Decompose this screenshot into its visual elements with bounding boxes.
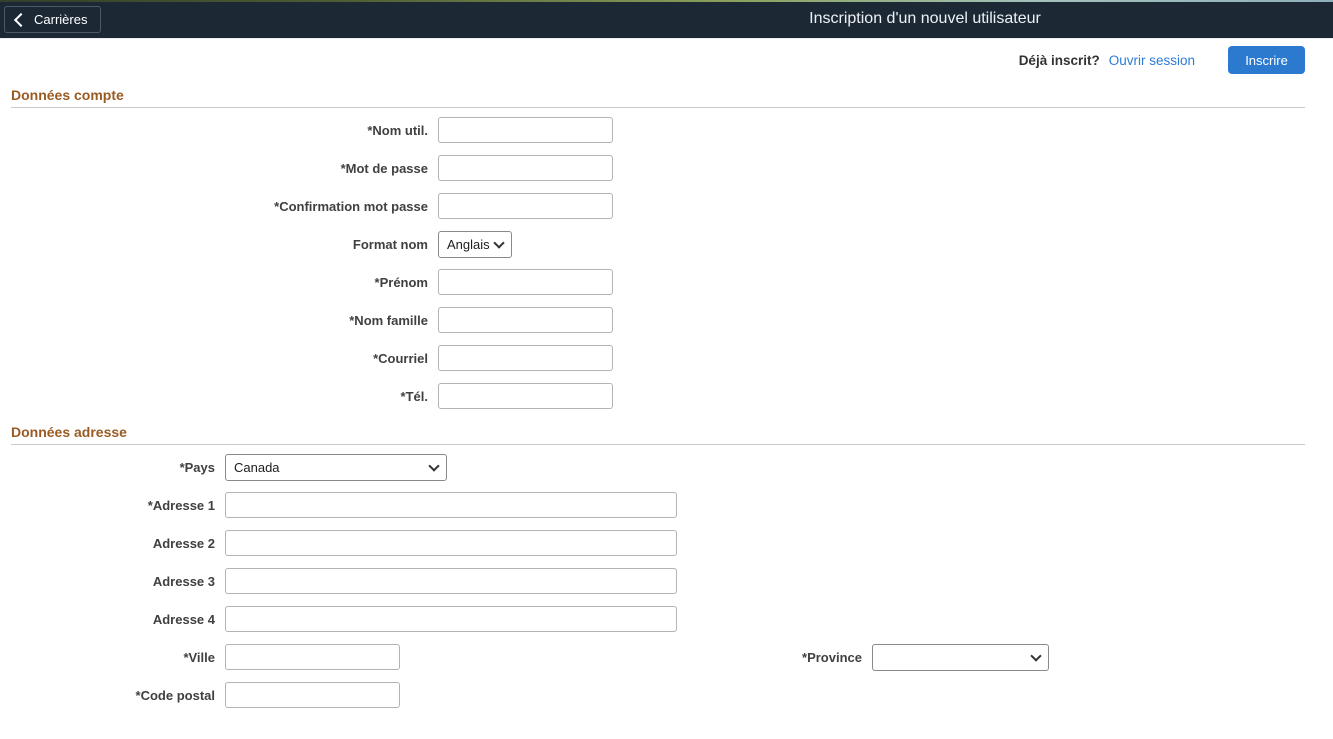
chevron-down-icon (428, 460, 439, 471)
form-row-country: *Pays Canada (0, 448, 1049, 486)
address3-input[interactable] (225, 568, 677, 594)
account-section-heading: Données compte (11, 88, 1305, 108)
form-row-city-province: *Ville *Province (0, 638, 1049, 676)
header-accent-stripe (0, 0, 1333, 2)
email-label: *Courriel (0, 351, 438, 366)
form-row-username: *Nom util. (0, 111, 613, 149)
country-select[interactable]: Canada (225, 454, 447, 481)
confirm-password-label: *Confirmation mot passe (0, 199, 438, 214)
last-name-label: *Nom famille (0, 313, 438, 328)
chevron-down-icon (1030, 650, 1041, 661)
last-name-input[interactable] (438, 307, 613, 333)
city-label: *Ville (0, 650, 225, 665)
phone-input[interactable] (438, 383, 613, 409)
province-select[interactable] (872, 644, 1049, 671)
name-format-label: Format nom (0, 237, 438, 252)
username-label: *Nom util. (0, 123, 438, 138)
chevron-down-icon (493, 237, 504, 248)
back-button-careers[interactable]: Carrières (4, 6, 101, 33)
form-row-last-name: *Nom famille (0, 301, 613, 339)
postal-code-label: *Code postal (0, 688, 225, 703)
address4-label: Adresse 4 (0, 612, 225, 627)
first-name-label: *Prénom (0, 275, 438, 290)
form-row-name-format: Format nom Anglais (0, 225, 613, 263)
form-row-confirm-password: *Confirmation mot passe (0, 187, 613, 225)
form-row-address2: Adresse 2 (0, 524, 1049, 562)
first-name-input[interactable] (438, 269, 613, 295)
country-selected-value: Canada (234, 460, 280, 475)
password-input[interactable] (438, 155, 613, 181)
form-row-address1: *Adresse 1 (0, 486, 1049, 524)
username-input[interactable] (438, 117, 613, 143)
register-button[interactable]: Inscrire (1228, 46, 1305, 74)
open-session-link[interactable]: Ouvrir session (1109, 53, 1195, 68)
chevron-left-icon (14, 12, 28, 26)
email-input[interactable] (438, 345, 613, 371)
address-form: *Pays Canada *Adresse 1 Adresse 2 Adress… (0, 448, 1049, 714)
form-row-email: *Courriel (0, 339, 613, 377)
postal-code-input[interactable] (225, 682, 400, 708)
form-row-phone: *Tél. (0, 377, 613, 415)
address2-label: Adresse 2 (0, 536, 225, 551)
app-header: Carrières Inscription d'un nouvel utilis… (0, 0, 1333, 39)
province-label: *Province (400, 650, 872, 665)
account-form: *Nom util. *Mot de passe *Confirmation m… (0, 111, 613, 415)
form-row-password: *Mot de passe (0, 149, 613, 187)
name-format-selected-value: Anglais (447, 237, 490, 252)
address2-input[interactable] (225, 530, 677, 556)
already-registered-text: Déjà inscrit? (1019, 53, 1100, 68)
form-row-first-name: *Prénom (0, 263, 613, 301)
form-row-address4: Adresse 4 (0, 600, 1049, 638)
phone-label: *Tél. (0, 389, 438, 404)
back-button-label: Carrières (34, 12, 87, 27)
address-section-heading: Données adresse (11, 425, 1305, 445)
form-row-address3: Adresse 3 (0, 562, 1049, 600)
form-row-postal-code: *Code postal (0, 676, 1049, 714)
name-format-select[interactable]: Anglais (438, 231, 512, 258)
signin-bar: Déjà inscrit? Ouvrir session Inscrire (1019, 46, 1305, 74)
password-label: *Mot de passe (0, 161, 438, 176)
city-input[interactable] (225, 644, 400, 670)
address1-input[interactable] (225, 492, 677, 518)
page-title: Inscription d'un nouvel utilisateur (809, 10, 1041, 28)
address1-label: *Adresse 1 (0, 498, 225, 513)
address4-input[interactable] (225, 606, 677, 632)
country-label: *Pays (0, 460, 225, 475)
address3-label: Adresse 3 (0, 574, 225, 589)
confirm-password-input[interactable] (438, 193, 613, 219)
